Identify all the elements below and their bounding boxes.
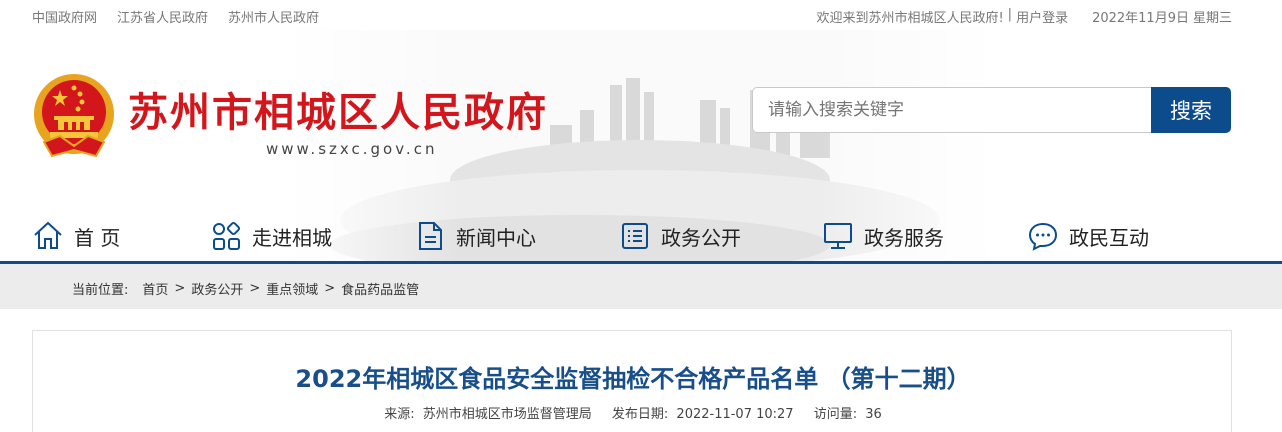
home-icon [34,221,62,249]
nav-item-home[interactable]: 首 页 [32,215,120,257]
link-central-gov[interactable]: 中国政府网 [32,7,97,26]
article-meta: 来源: 苏州市相城区市场监督管理局 发布日期: 2022-11-07 10:27… [33,403,1233,422]
nav-item-open-gov[interactable]: 政务公开 [619,215,741,257]
main-nav: 首 页 走进相城 新闻中心 政务公开 政务服务 政民互动 [0,215,1282,263]
date-label: 发布日期: [611,407,669,422]
nav-item-interaction[interactable]: 政民互动 [1027,215,1149,257]
nav-item-about[interactable]: 走进相城 [210,215,332,257]
search-input[interactable] [752,87,1152,133]
nav-label: 政民互动 [1069,225,1149,250]
nav-item-services[interactable]: 政务服务 [822,215,944,257]
current-weekday: 星期三 [1192,11,1232,26]
separator: | [1007,7,1013,22]
breadcrumb-food-drug[interactable]: 食品药品监管 [341,279,419,298]
nav-label: 政务公开 [661,225,741,250]
grid-icon [213,221,241,250]
top-bar-right: 欢迎来到苏州市相城区人民政府! | 用户登录 2022年11月9日 星期三 [816,7,1232,26]
source-value: 苏州市相城区市场监督管理局 [422,407,592,422]
nav-label: 政务服务 [864,225,944,250]
breadcrumb-separator: > [249,281,261,296]
article-panel: 2022年相城区食品安全监督抽检不合格产品名单 （第十二期） 来源: 苏州市相城… [32,330,1232,432]
chat-icon [1028,222,1058,251]
welcome-text: 欢迎来到苏州市相城区人民政府! [816,11,1004,26]
nav-label: 走进相城 [252,225,332,250]
site-title[interactable]: 苏州市相城区人民政府 [128,80,548,138]
breadcrumb-separator: > [324,281,336,296]
national-emblem-logo [34,74,114,158]
link-suzhou-gov[interactable]: 苏州市人民政府 [228,7,319,26]
login-link[interactable]: 用户登录 [1016,7,1068,26]
link-jiangsu-gov[interactable]: 江苏省人民政府 [117,7,208,26]
document-icon [419,222,442,250]
nav-label: 首 页 [74,225,121,250]
top-bar: 中国政府网 江苏省人民政府 苏州市人民政府 欢迎来到苏州市相城区人民政府! | … [0,0,1282,30]
external-links: 中国政府网 江苏省人民政府 苏州市人民政府 [32,7,319,26]
list-icon [622,223,648,249]
nav-label: 新闻中心 [456,225,536,250]
current-date: 2022年11月9日 [1092,11,1189,26]
breadcrumb-open-gov[interactable]: 政务公开 [191,279,243,298]
breadcrumb: 当前位置: 首页 > 政务公开 > 重点领域 > 食品药品监管 [0,264,1282,309]
breadcrumb-label: 当前位置: [72,283,129,298]
monitor-icon [824,223,852,249]
search-button[interactable]: 搜索 [1151,87,1231,133]
breadcrumb-separator: > [174,281,186,296]
breadcrumb-home[interactable]: 首页 [142,279,168,298]
views-value: 36 [865,407,882,422]
source-label: 来源: [384,407,415,422]
date-value: 2022-11-07 10:27 [676,407,794,422]
article-title: 2022年相城区食品安全监督抽检不合格产品名单 （第十二期） [295,365,971,393]
views-label: 访问量: [813,407,858,422]
nav-item-news[interactable]: 新闻中心 [414,215,536,257]
site-url: www.szxc.gov.cn [266,140,438,158]
breadcrumb-key-areas[interactable]: 重点领域 [266,279,318,298]
